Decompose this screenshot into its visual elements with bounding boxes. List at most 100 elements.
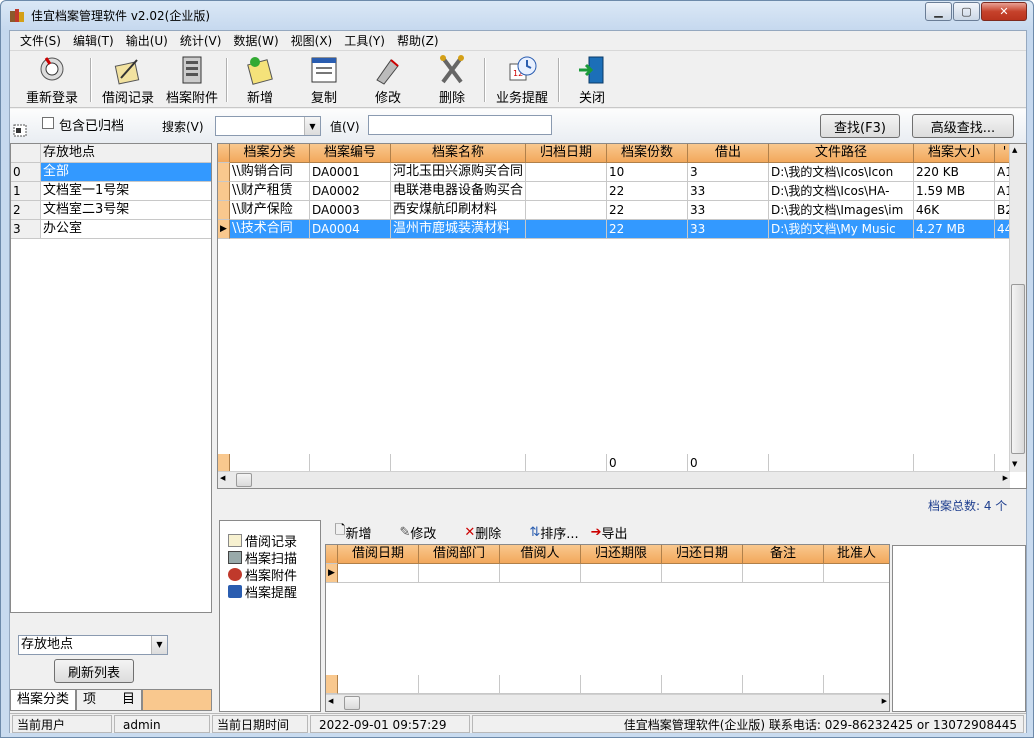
cell-name: 温州市鹿城装潢材料 <box>391 220 526 239</box>
col-header-borrow-date[interactable]: 借阅日期 <box>338 545 419 564</box>
footer-cell <box>419 675 500 694</box>
detail-toolbar: 🗋 新增 ✎ 修改 ✕ 删除 ⇅ 排序... ➔ 导出 <box>325 521 893 543</box>
group-by-dropdown[interactable]: 存放地点 ▼ <box>18 635 168 655</box>
find-button[interactable]: 查找(F3) <box>820 114 900 138</box>
menu-output[interactable]: 输出(U) <box>120 31 174 51</box>
close-window-button[interactable]: ✕ <box>981 2 1027 21</box>
sub-edit-button[interactable]: 修改 <box>410 523 436 542</box>
col-header-copies[interactable]: 档案份数 <box>607 144 688 163</box>
reminder-button[interactable]: 12 业务提醒 <box>490 54 554 106</box>
cell-size: 220 KB <box>914 163 995 182</box>
scroll-left-icon[interactable]: ◀ <box>220 474 225 482</box>
edit-button[interactable]: 修改 <box>362 54 414 106</box>
archive-total: 档案总数: 4 个 <box>928 499 1008 513</box>
menu-stats[interactable]: 统计(V) <box>174 31 228 51</box>
tab-project[interactable]: 项 目 <box>76 689 143 711</box>
cell-number: DA0002 <box>310 182 391 201</box>
vertical-scrollbar[interactable]: ▲ ▼ <box>1009 144 1026 472</box>
location-row[interactable]: 2 文档室二3号架 <box>11 201 211 220</box>
col-header-approver[interactable]: 批准人 <box>824 545 889 564</box>
col-header-name[interactable]: 档案名称 <box>391 144 526 163</box>
sub-delete-button[interactable]: 删除 <box>475 523 501 542</box>
tab-category[interactable]: 档案分类 <box>10 689 77 711</box>
include-archived-label: 包含已归档 <box>59 119 125 134</box>
delete-button[interactable]: 删除 <box>426 54 478 106</box>
horizontal-scrollbar[interactable]: ◀ ▶ <box>218 471 1010 488</box>
refresh-list-button[interactable]: 刷新列表 <box>54 659 134 683</box>
col-header-note[interactable]: 备注 <box>743 545 824 564</box>
close-app-button[interactable]: 关闭 <box>566 54 618 106</box>
location-row[interactable]: 0 全部 <box>11 163 211 182</box>
attachment-icon <box>228 568 242 581</box>
copy-button[interactable]: 复制 <box>298 54 350 106</box>
preview-pane <box>892 545 1026 712</box>
row-indicator <box>218 201 230 220</box>
col-header-archive-date[interactable]: 归档日期 <box>526 144 607 163</box>
advanced-find-button[interactable]: 高级查找... <box>912 114 1014 138</box>
add-button[interactable]: 新增 <box>234 54 286 106</box>
value-input[interactable] <box>368 115 552 135</box>
location-row[interactable]: 3 办公室 <box>11 220 211 239</box>
col-header-size[interactable]: 档案大小 <box>914 144 995 163</box>
col-header-due[interactable]: 归还期限 <box>581 545 662 564</box>
col-header-borrow-dept[interactable]: 借阅部门 <box>419 545 500 564</box>
column-chooser-icon[interactable] <box>13 124 27 137</box>
scroll-right-icon[interactable]: ▶ <box>1003 474 1008 482</box>
menu-view[interactable]: 视图(X) <box>285 31 339 51</box>
relogin-button[interactable]: 重新登录 <box>16 54 88 106</box>
scroll-down-icon[interactable]: ▼ <box>1012 460 1017 468</box>
title-bar: 佳宜档案管理软件 v2.02(企业版) ▁ ▢ ✕ <box>1 1 1033 29</box>
header-corner <box>326 545 338 564</box>
attachment-button[interactable]: 档案附件 <box>160 54 224 106</box>
h-scroll-thumb[interactable] <box>236 473 252 487</box>
cell-archive-date <box>526 220 607 239</box>
location-index: 3 <box>11 220 41 238</box>
borrow-icon <box>114 59 140 85</box>
menu-tools[interactable]: 工具(Y) <box>338 31 391 51</box>
col-header-path[interactable]: 文件路径 <box>769 144 914 163</box>
location-row[interactable]: 1 文档室一1号架 <box>11 182 211 201</box>
sub-sort-button[interactable]: 排序... <box>540 523 578 542</box>
scroll-up-icon[interactable]: ▲ <box>1012 146 1017 154</box>
location-grid: 存放地点 0 全部 1 文档室一1号架 2 文档室二3号架 3 办公室 <box>10 143 212 613</box>
add-icon <box>247 57 273 85</box>
search-field-dropdown[interactable]: ▼ <box>215 116 321 136</box>
sub-add-button[interactable]: 新增 <box>345 523 371 542</box>
cell-number: DA0003 <box>310 201 391 220</box>
app-window: 佳宜档案管理软件 v2.02(企业版) ▁ ▢ ✕ 文件(S) 编辑(T) 输出… <box>0 0 1034 738</box>
horizontal-scrollbar[interactable]: ◀ ▶ <box>326 694 889 711</box>
maximize-button[interactable]: ▢ <box>953 2 980 21</box>
menu-edit[interactable]: 编辑(T) <box>67 31 120 51</box>
h-scroll-thumb[interactable] <box>344 696 360 710</box>
status-time-label: 当前日期时间 <box>212 715 308 733</box>
col-header-category[interactable]: 档案分类 <box>230 144 310 163</box>
reminder-icon: 12 <box>509 56 537 81</box>
cell-copies: 10 <box>607 163 688 182</box>
location-name: 办公室 <box>43 221 83 236</box>
nav-reminder[interactable]: 档案提醒 <box>228 582 297 601</box>
menu-help[interactable]: 帮助(Z) <box>391 31 445 51</box>
cell-path: D:\我的文档\Icos\Icon <box>769 163 914 182</box>
cell-lent: 33 <box>688 182 769 201</box>
location-index: 0 <box>11 163 41 181</box>
scroll-left-icon[interactable]: ◀ <box>328 697 333 705</box>
close-app-label: 关闭 <box>578 91 605 106</box>
col-header-lent[interactable]: 借出 <box>688 144 769 163</box>
minimize-button[interactable]: ▁ <box>925 2 952 21</box>
borrow-record-button[interactable]: 借阅记录 <box>96 54 160 106</box>
include-archived-checkbox[interactable] <box>42 117 54 129</box>
menu-data[interactable]: 数据(W) <box>227 31 284 51</box>
col-header-borrower[interactable]: 借阅人 <box>500 545 581 564</box>
cell-size: 46K <box>914 201 995 220</box>
col-header-number[interactable]: 档案编号 <box>310 144 391 163</box>
scroll-thumb[interactable] <box>1011 284 1025 454</box>
scroll-right-icon[interactable]: ▶ <box>882 697 887 705</box>
cell-lent: 33 <box>688 220 769 239</box>
menu-file[interactable]: 文件(S) <box>14 31 67 51</box>
row-indicator <box>218 182 230 201</box>
col-header-return-date[interactable]: 归还日期 <box>662 545 743 564</box>
sub-export-button[interactable]: 导出 <box>602 523 628 542</box>
cell-copies: 22 <box>607 201 688 220</box>
cell-size: 4.27 MB <box>914 220 995 239</box>
search-bar: 包含已归档 搜索(V) ▼ 值(V) 查找(F3) 高级查找... <box>10 109 1026 143</box>
